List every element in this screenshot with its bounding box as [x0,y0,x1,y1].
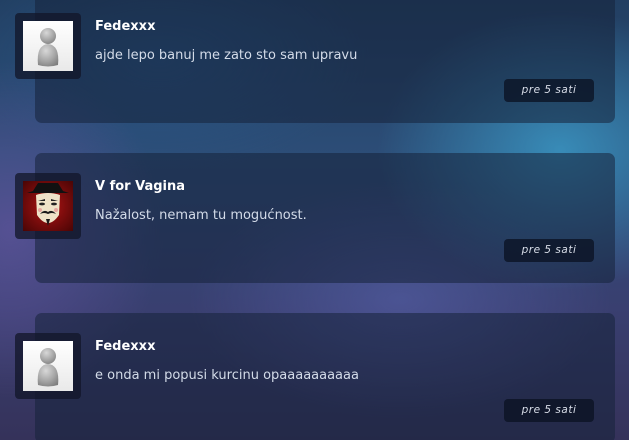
comment-timestamp-badge: pre 5 sati [504,239,594,262]
default-user-avatar-icon[interactable] [23,341,73,391]
avatar-frame[interactable] [15,333,81,399]
comment-author[interactable]: V for Vagina [95,179,185,194]
comment-item: Fedexxx ajde lepo banuj me zato sto sam … [0,0,629,133]
comment-message: e onda mi popusi kurcinu opaaaaaaaaaa [95,368,359,383]
guy-fawkes-mask-avatar-icon[interactable] [23,181,73,231]
avatar-frame[interactable] [15,173,81,239]
comment-message: Nažalost, nemam tu mogućnost. [95,208,307,223]
comment-item: Fedexxx e onda mi popusi kurcinu opaaaaa… [0,313,629,440]
comment-timestamp-badge: pre 5 sati [504,79,594,102]
comment-item: V for Vagina Nažalost, nemam tu mogućnos… [0,153,629,293]
comment-author[interactable]: Fedexxx [95,339,155,354]
default-user-avatar-icon[interactable] [23,21,73,71]
comment-message: ajde lepo banuj me zato sto sam upravu [95,48,358,63]
comment-author[interactable]: Fedexxx [95,19,155,34]
avatar-frame[interactable] [15,13,81,79]
comment-timestamp-badge: pre 5 sati [504,399,594,422]
